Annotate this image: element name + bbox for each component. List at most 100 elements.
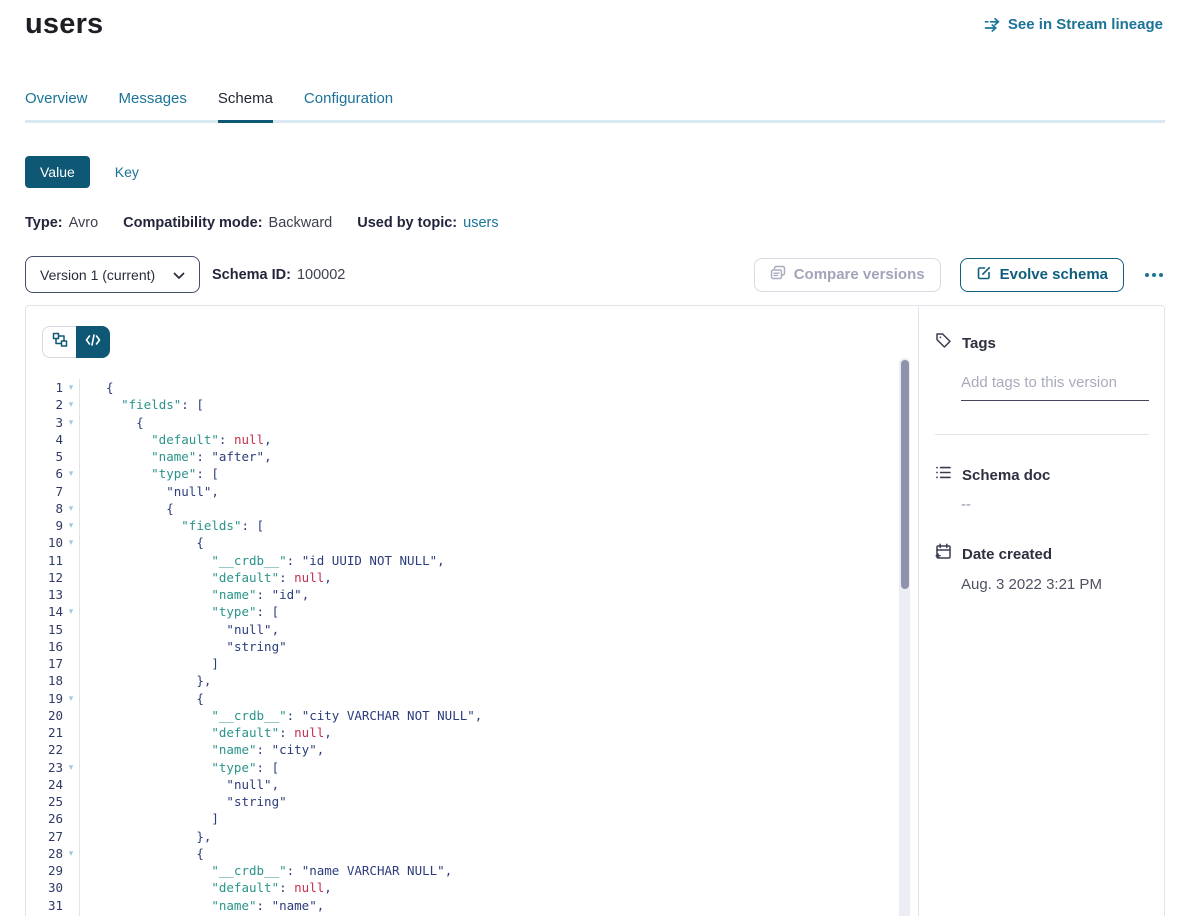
code-line[interactable]: { [106, 414, 918, 431]
fold-toggle-icon[interactable]: ▾ [63, 414, 79, 431]
line-number: 14 [42, 603, 63, 620]
code-line[interactable]: "default": null, [106, 569, 918, 586]
fold-toggle-icon[interactable]: ▾ [63, 845, 79, 862]
used-by-topic-label: Used by topic: [357, 215, 457, 231]
code-line[interactable]: "__crdb__": "name VARCHAR NULL", [106, 862, 918, 879]
line-number: 22 [42, 741, 63, 758]
schema-view-toggle [42, 326, 110, 358]
tab-configuration[interactable]: Configuration [304, 90, 393, 123]
gutter-line: 22 [42, 741, 79, 758]
value-toggle-button[interactable]: Value [25, 156, 90, 188]
gutter-line: 29 [42, 862, 79, 879]
code-line[interactable]: "type": [ [106, 759, 918, 776]
date-created-title: Date created [962, 546, 1052, 563]
stream-lineage-icon [984, 17, 1001, 32]
editor-scrollbar-track[interactable] [899, 358, 910, 916]
gutter-line: 30 [42, 879, 79, 896]
gutter-line: 2▾ [42, 396, 79, 413]
code-line[interactable]: "fields": [ [106, 396, 918, 413]
key-toggle-button[interactable]: Key [115, 164, 139, 180]
gutter-line: 3▾ [42, 414, 79, 431]
tab-messages[interactable]: Messages [119, 90, 187, 123]
line-number: 5 [42, 448, 63, 465]
topic-link[interactable]: users [463, 215, 498, 231]
line-number: 9 [42, 517, 63, 534]
version-select[interactable]: Version 1 (current) [25, 256, 200, 293]
schema-page: users See in Stream lineage Overview Mes… [0, 0, 1189, 916]
line-number: 30 [42, 879, 63, 896]
gutter-line: 19▾ [42, 690, 79, 707]
code-line[interactable]: }, [106, 828, 918, 845]
line-number: 20 [42, 707, 63, 724]
gutter-line: 25 [42, 793, 79, 810]
code-line[interactable]: "name": "after", [106, 448, 918, 465]
tree-view-button[interactable] [42, 326, 76, 358]
code-line[interactable]: "__crdb__": "city VARCHAR NOT NULL", [106, 707, 918, 724]
gutter-line: 20 [42, 707, 79, 724]
line-number: 21 [42, 724, 63, 741]
code-line[interactable]: "name": "name", [106, 897, 918, 914]
add-tags-input[interactable] [961, 374, 1149, 401]
code-line[interactable]: ] [106, 810, 918, 827]
fold-toggle-icon[interactable]: ▾ [63, 759, 79, 776]
line-number: 28 [42, 845, 63, 862]
code-line[interactable]: "__crdb__": "id UUID NOT NULL", [106, 552, 918, 569]
meta-type: Type: Avro [25, 215, 98, 231]
tags-section-header: Tags [935, 332, 1149, 354]
code-line[interactable]: { [106, 690, 918, 707]
type-label: Type: [25, 215, 63, 231]
evolve-schema-button[interactable]: Evolve schema [960, 258, 1124, 292]
code-line[interactable]: { [106, 534, 918, 551]
code-line[interactable]: ] [106, 655, 918, 672]
tree-view-icon [52, 332, 68, 353]
gutter-line: 18 [42, 672, 79, 689]
line-number: 31 [42, 897, 63, 914]
fold-toggle-icon[interactable]: ▾ [63, 534, 79, 551]
code-line[interactable]: }, [106, 672, 918, 689]
schema-id: Schema ID: 100002 [212, 267, 345, 283]
code-line[interactable]: "null", [106, 483, 918, 500]
code-line[interactable]: "default": null, [106, 431, 918, 448]
fold-toggle-icon[interactable]: ▾ [63, 396, 79, 413]
code-line[interactable]: "name": "city", [106, 741, 918, 758]
schema-doc-header: Schema doc [935, 465, 1149, 485]
tags-title: Tags [962, 335, 996, 352]
see-in-stream-lineage-link[interactable]: See in Stream lineage [984, 16, 1163, 33]
code-line[interactable]: "default": null, [106, 879, 918, 896]
fold-toggle-icon[interactable]: ▾ [63, 603, 79, 620]
compatibility-value: Backward [269, 215, 333, 231]
code-editor: 1▾2▾3▾456▾78▾9▾10▾11121314▾1516171819▾20… [26, 379, 918, 916]
fold-toggle-icon[interactable]: ▾ [63, 379, 79, 396]
code-line[interactable]: "string" [106, 793, 918, 810]
gutter-line: 16 [42, 638, 79, 655]
code-line[interactable]: { [106, 500, 918, 517]
code-line[interactable]: "null", [106, 621, 918, 638]
code-view-button[interactable] [76, 326, 110, 358]
line-number: 4 [42, 431, 63, 448]
tab-schema[interactable]: Schema [218, 90, 273, 123]
line-number: 13 [42, 586, 63, 603]
code-line[interactable]: { [106, 379, 918, 396]
compare-versions-label: Compare versions [794, 266, 925, 283]
code-line[interactable]: "type": [ [106, 603, 918, 620]
editor-scrollbar-thumb[interactable] [901, 360, 909, 589]
schema-doc-value: -- [961, 496, 1149, 513]
code-line[interactable]: "string" [106, 638, 918, 655]
line-number: 18 [42, 672, 63, 689]
code-line[interactable]: "type": [ [106, 465, 918, 482]
gutter-line: 6▾ [42, 465, 79, 482]
code-line[interactable]: "name": "id", [106, 586, 918, 603]
tab-overview[interactable]: Overview [25, 90, 88, 123]
schema-panel: 1▾2▾3▾456▾78▾9▾10▾11121314▾1516171819▾20… [25, 305, 1165, 916]
fold-toggle-icon[interactable]: ▾ [63, 690, 79, 707]
code-line[interactable]: "default": null, [106, 724, 918, 741]
compare-versions-button[interactable]: Compare versions [754, 258, 941, 292]
fold-toggle-icon[interactable]: ▾ [63, 465, 79, 482]
code-line[interactable]: { [106, 845, 918, 862]
gutter-line: 14▾ [42, 603, 79, 620]
code-line[interactable]: "fields": [ [106, 517, 918, 534]
more-options-button[interactable] [1143, 269, 1165, 281]
code-line[interactable]: "null", [106, 776, 918, 793]
fold-toggle-icon[interactable]: ▾ [63, 517, 79, 534]
fold-toggle-icon[interactable]: ▾ [63, 500, 79, 517]
